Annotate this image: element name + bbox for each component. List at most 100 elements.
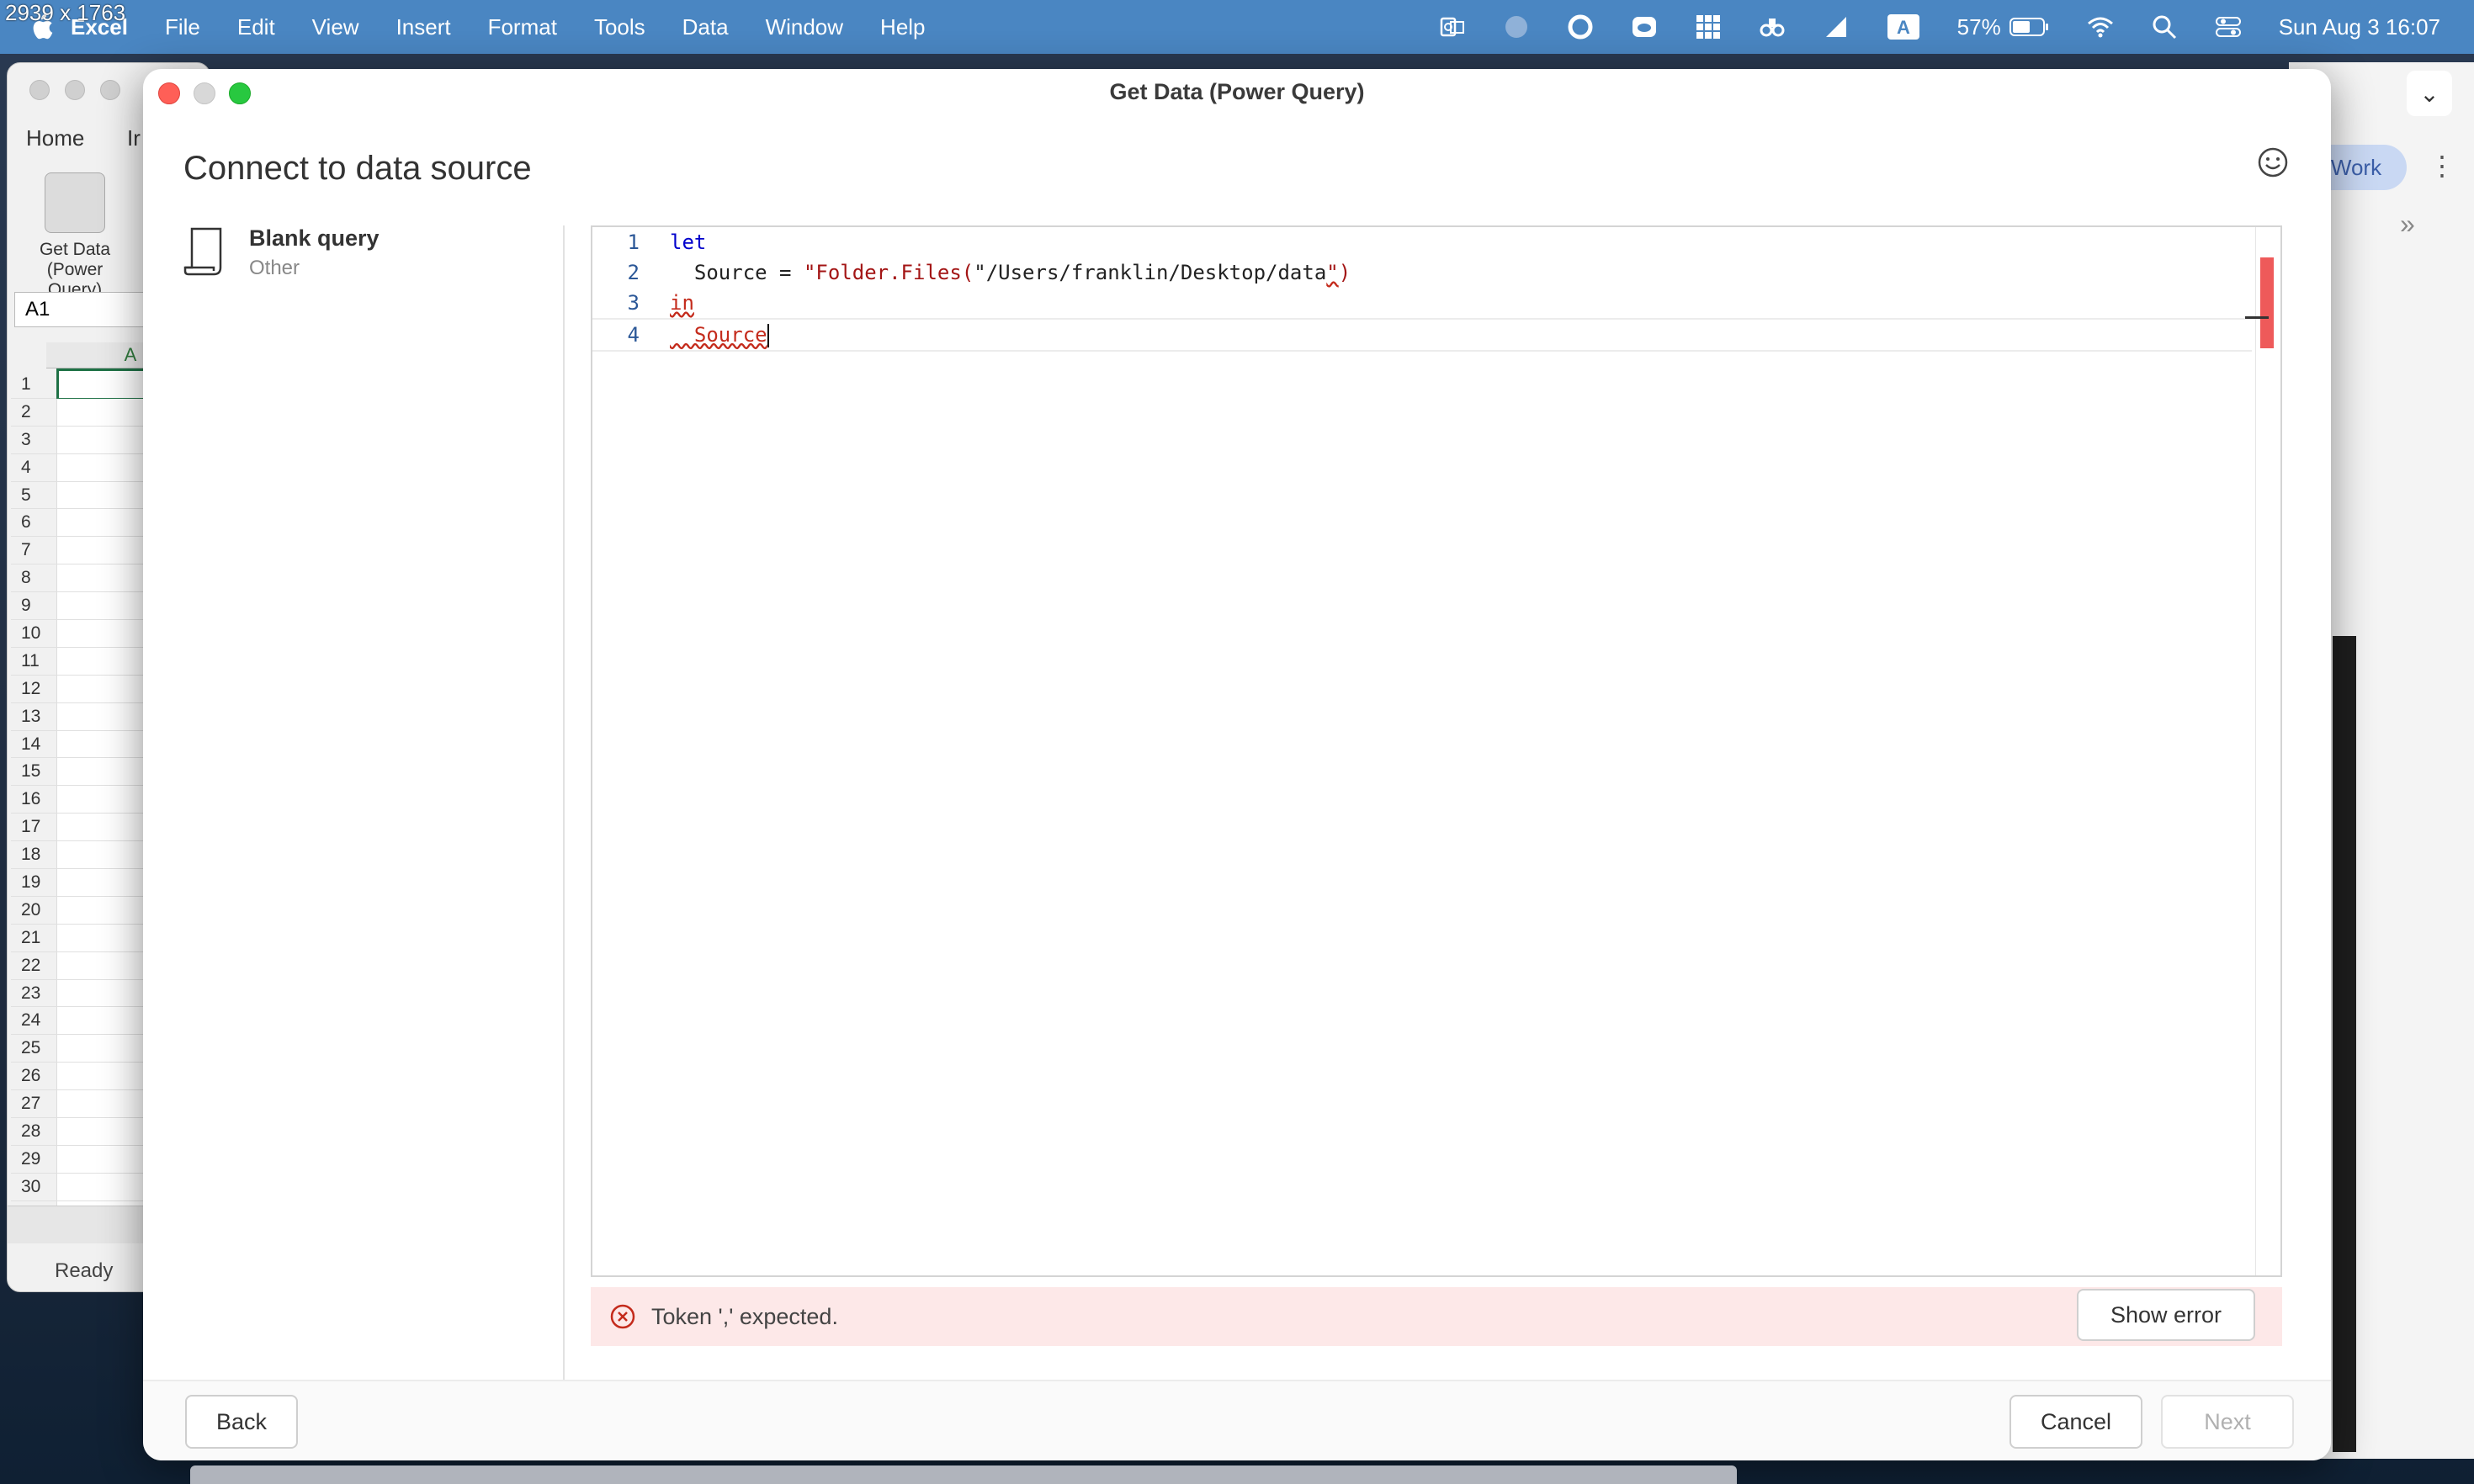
- menu-window[interactable]: Window: [766, 14, 843, 40]
- menu-help[interactable]: Help: [880, 14, 925, 40]
- text-caret: [767, 323, 769, 347]
- row-number: 22: [21, 955, 41, 975]
- row-number: 14: [21, 734, 41, 754]
- battery-icon[interactable]: [2009, 13, 2050, 40]
- error-message: Token ',' expected.: [651, 1303, 838, 1329]
- menu-file[interactable]: File: [165, 14, 200, 40]
- menu-data[interactable]: Data: [682, 14, 729, 40]
- show-error-button[interactable]: Show error: [2077, 1289, 2255, 1341]
- vertical-divider: [563, 225, 565, 1417]
- cursor-marker: [2245, 316, 2269, 319]
- menu-bar: Excel File Edit View Insert Format Tools…: [0, 0, 2474, 54]
- row-number: 20: [21, 899, 41, 920]
- ribbon-tab-insert[interactable]: Ir: [127, 125, 141, 151]
- status-ready: Ready: [55, 1259, 114, 1282]
- input-source-icon[interactable]: A: [1887, 13, 1920, 40]
- source-blank-query[interactable]: Blank query Other: [183, 225, 380, 280]
- dialog-titlebar: Get Data (Power Query): [143, 69, 2331, 121]
- code-line[interactable]: 2 Source = "Folder.Files("/Users/frankli…: [592, 257, 2252, 288]
- row-number: 8: [21, 568, 31, 588]
- row-number: 30: [21, 1176, 41, 1196]
- cancel-button[interactable]: Cancel: [2009, 1395, 2142, 1449]
- row-number: 17: [21, 817, 41, 837]
- line-number: 4: [627, 323, 640, 347]
- row-number: 28: [21, 1121, 41, 1141]
- more-options-icon[interactable]: ⋮: [2429, 150, 2455, 182]
- row-number: 13: [21, 706, 41, 726]
- row-number: 7: [21, 540, 31, 560]
- editor-scrollbar[interactable]: [2255, 227, 2280, 1275]
- row-number: 25: [21, 1038, 41, 1058]
- code-text: Source =: [670, 261, 804, 284]
- menu-format[interactable]: Format: [488, 14, 557, 40]
- page-heading: Connect to data source: [183, 150, 532, 187]
- stats-icon[interactable]: [1823, 13, 1850, 40]
- row-number: 18: [21, 845, 41, 865]
- row-number: 11: [21, 650, 40, 670]
- feedback-smiley-icon[interactable]: [2257, 146, 2289, 178]
- menu-edit[interactable]: Edit: [237, 14, 275, 40]
- row-number: 9: [21, 596, 31, 616]
- cloud-app-icon[interactable]: [1631, 13, 1658, 40]
- menu-insert[interactable]: Insert: [396, 14, 451, 40]
- row-number: 12: [21, 678, 41, 698]
- row-number: 3: [21, 429, 31, 449]
- record-icon[interactable]: [1567, 13, 1594, 40]
- chevron-down-icon[interactable]: ⌄: [2407, 71, 2452, 116]
- row-number: 2: [21, 401, 31, 421]
- dialog-title: Get Data (Power Query): [1109, 79, 1365, 104]
- row-number: 29: [21, 1148, 41, 1169]
- svg-text:A: A: [1897, 17, 1910, 38]
- line-number: 1: [627, 231, 640, 254]
- wifi-icon[interactable]: [2087, 13, 2114, 40]
- code-line[interactable]: 1 let: [592, 227, 2252, 257]
- line-number: 2: [627, 261, 640, 284]
- excel-window-controls: [29, 80, 120, 100]
- search-icon[interactable]: [2151, 13, 2178, 40]
- source-identifier: Source: [670, 322, 767, 347]
- menu-tools[interactable]: Tools: [594, 14, 645, 40]
- outlook-icon[interactable]: [1439, 13, 1466, 40]
- document-scroll-icon: [183, 227, 222, 276]
- menu-view[interactable]: View: [312, 14, 359, 40]
- ribbon-tab-home[interactable]: Home: [26, 125, 84, 151]
- row-number: 1: [21, 374, 31, 394]
- keyword-in: in: [670, 291, 694, 315]
- query-code-editor[interactable]: 1 let 2 Source = "Folder.Files("/Users/f…: [591, 225, 2282, 1277]
- row-number: 27: [21, 1094, 41, 1114]
- dark-panel: [2333, 636, 2356, 1452]
- row-number: 16: [21, 789, 41, 809]
- next-button[interactable]: Next: [2161, 1395, 2294, 1449]
- control-center-icon[interactable]: [2215, 13, 2242, 40]
- row-number: 21: [21, 927, 41, 947]
- row-number: 23: [21, 983, 41, 1003]
- expand-icon[interactable]: »: [2400, 209, 2415, 240]
- code-line[interactable]: 3 in: [592, 288, 2252, 318]
- dialog-footer: [143, 1381, 2331, 1460]
- back-button[interactable]: Back: [185, 1395, 298, 1449]
- grid-icon[interactable]: [1695, 13, 1722, 40]
- code-line-current[interactable]: 4 Source: [592, 318, 2252, 352]
- database-icon: [45, 172, 105, 233]
- string-literal-end: ": [1326, 261, 1339, 284]
- row-number: 4: [21, 457, 31, 477]
- line-number: 3: [627, 291, 640, 315]
- screenshot-dimensions-label: 2939 x 1763: [5, 0, 126, 25]
- get-data-button[interactable]: Get Data (Power Query): [24, 172, 125, 300]
- dock: [190, 1465, 1737, 1484]
- globe-icon[interactable]: [1503, 13, 1530, 40]
- row-number: 26: [21, 1066, 41, 1086]
- path-text: "/Users/franklin/Desktop/data: [974, 261, 1327, 284]
- name-box[interactable]: A1: [14, 292, 152, 327]
- string-literal: "Folder.Files(: [803, 261, 974, 284]
- clock[interactable]: Sun Aug 3 16:07: [2279, 14, 2440, 40]
- row-number: 24: [21, 1010, 41, 1031]
- error-banner: Token ',' expected.: [591, 1287, 2282, 1346]
- row-number: 6: [21, 512, 31, 533]
- battery-percent: 57%: [1956, 13, 2001, 40]
- source-category: Other: [249, 257, 300, 279]
- binoculars-icon[interactable]: [1759, 13, 1786, 40]
- row-number: 5: [21, 485, 31, 505]
- keyword-let: let: [670, 231, 707, 254]
- error-circle-icon: [610, 1304, 635, 1329]
